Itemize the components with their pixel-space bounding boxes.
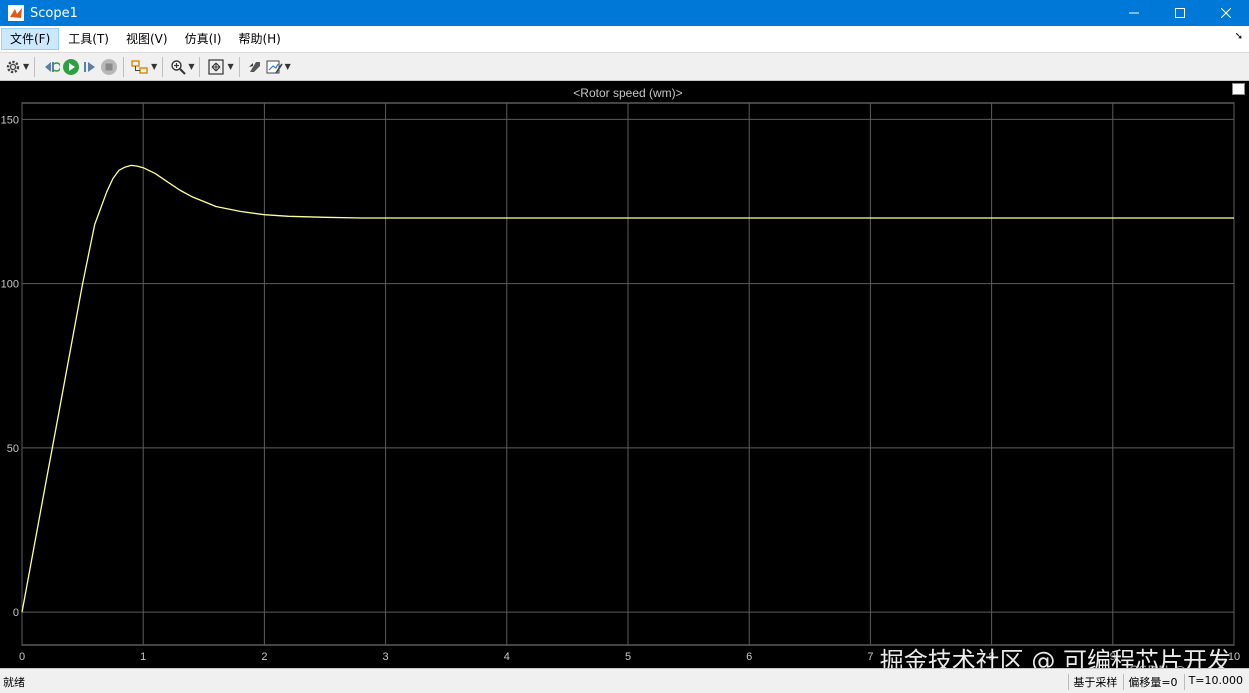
menu-help[interactable]: 帮助(H)	[230, 28, 288, 50]
run-button[interactable]	[62, 56, 80, 78]
toolbar-separator	[199, 56, 201, 77]
status-bar: 就绪 基于采样 偏移量=0 T=10.000	[0, 668, 1249, 693]
minimize-button[interactable]	[1111, 0, 1157, 26]
x-tick-label: 0	[19, 651, 25, 663]
autoscale-button[interactable]: ▼	[207, 56, 234, 78]
step-back-icon	[45, 61, 61, 72]
menu-tools[interactable]: 工具(T)	[60, 28, 117, 50]
plot-title: <Rotor speed (wm)>	[573, 86, 682, 100]
status-offset: 偏移量=0	[1123, 674, 1178, 690]
undock-axes-icon[interactable]	[1232, 83, 1245, 95]
chevron-down-icon[interactable]: ▼	[23, 62, 29, 71]
close-icon	[1221, 8, 1231, 18]
properties-button[interactable]: ▼	[265, 56, 291, 78]
x-tick-label: 1	[140, 651, 146, 663]
stop-button[interactable]	[100, 56, 118, 78]
toolbar: ▼ ▼ ▼ ▼ ▼	[0, 53, 1249, 81]
y-tick-label: 50	[7, 443, 19, 455]
settings-icon	[6, 60, 20, 73]
zoom-icon	[171, 59, 187, 75]
status-sample-based: 基于采样	[1068, 674, 1117, 690]
y-tick-label: 150	[1, 114, 19, 126]
autoscale-icon	[208, 58, 225, 75]
chevron-down-icon[interactable]: ▼	[188, 62, 194, 71]
chevron-down-icon[interactable]: ▼	[151, 62, 157, 71]
menu-simulation[interactable]: 仿真(I)	[177, 28, 230, 50]
menu-bar: 文件(F) 工具(T) 视图(V) 仿真(I) 帮助(H) ➘	[0, 26, 1249, 53]
properties-icon	[266, 60, 283, 73]
y-tick-label: 100	[1, 279, 19, 291]
step-forward-button[interactable]	[82, 56, 98, 78]
status-time: T=10.000	[1183, 674, 1243, 690]
toolbar-separator	[238, 56, 240, 77]
settings-button[interactable]: ▼	[5, 56, 29, 78]
x-tick-label: 5	[625, 651, 631, 663]
maximize-icon	[1175, 8, 1185, 18]
step-back-button[interactable]	[42, 56, 61, 78]
step-forward-icon	[84, 61, 96, 72]
x-tick-label: 3	[383, 651, 389, 663]
chevron-down-icon[interactable]: ▼	[227, 62, 233, 71]
highlight-block-icon	[131, 59, 148, 74]
toolbar-separator	[34, 56, 36, 77]
x-tick-label: 2	[261, 651, 267, 663]
highlight-block-button[interactable]: ▼	[131, 56, 157, 78]
x-tick-label: 7	[867, 651, 873, 663]
menu-file[interactable]: 文件(F)	[1, 28, 60, 50]
status-ready: 就绪	[3, 676, 25, 689]
stop-icon	[101, 58, 118, 75]
y-tick-label: 0	[13, 607, 19, 619]
menu-dock-arrow-icon[interactable]: ➘	[1235, 31, 1243, 42]
toolbar-separator	[162, 56, 164, 77]
maximize-button[interactable]	[1157, 0, 1203, 26]
title-bar: Scope1	[0, 0, 1249, 26]
toolbar-separator	[123, 56, 125, 77]
x-tick-label: 6	[746, 651, 752, 663]
menu-view[interactable]: 视图(V)	[118, 28, 176, 50]
matlab-logo-icon	[8, 5, 24, 21]
scope-display[interactable]: 0 1 2 3 4 5 6 7 8 9 10 0 50 100 150 <Rotor speed (wm)>	[0, 81, 1249, 668]
window-title: Scope1	[30, 5, 78, 21]
zoom-button[interactable]: ▼	[170, 56, 194, 78]
minimize-icon	[1129, 12, 1139, 14]
chevron-down-icon[interactable]: ▼	[285, 62, 291, 71]
run-icon	[63, 58, 80, 75]
restore-button[interactable]	[247, 56, 263, 78]
rotor-speed-plot[interactable]: 0 1 2 3 4 5 6 7 8 9 10050100150 <Rotor speed (wm)>	[0, 81, 1249, 668]
close-button[interactable]	[1203, 0, 1249, 26]
x-tick-label: 4	[504, 651, 510, 663]
restore-icon	[248, 61, 260, 72]
